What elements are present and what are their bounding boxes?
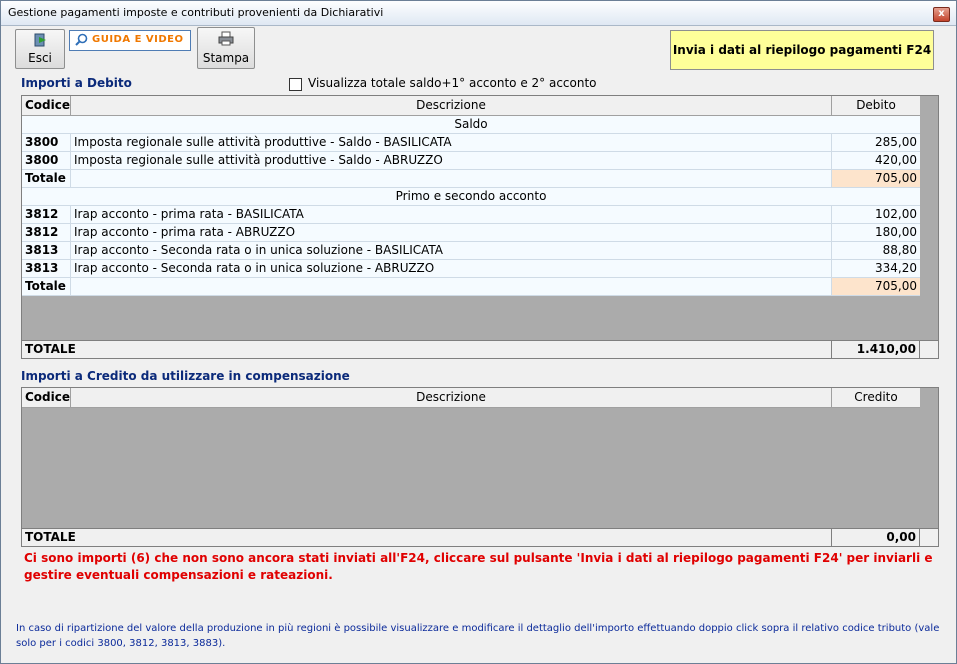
stampa-label: Stampa bbox=[202, 51, 250, 65]
row-desc: Imposta regionale sulle attività produtt… bbox=[70, 152, 831, 169]
subtotal-value: 705,00 bbox=[831, 170, 920, 187]
subtotal-spacer bbox=[70, 278, 831, 295]
totale-checkbox-label: Visualizza totale saldo+1° acconto e 2° … bbox=[308, 76, 597, 90]
group-row-saldo: Saldo bbox=[22, 116, 920, 134]
table-row[interactable]: 3813 Irap acconto - Seconda rata o in un… bbox=[22, 242, 920, 260]
row-value: 102,00 bbox=[831, 206, 920, 223]
table-row[interactable]: 3813 Irap acconto - Seconda rata o in un… bbox=[22, 260, 920, 278]
table-row[interactable]: 3812 Irap acconto - prima rata - BASILIC… bbox=[22, 206, 920, 224]
row-desc: Irap acconto - Seconda rata o in unica s… bbox=[70, 260, 831, 277]
table-row[interactable]: 3800 Imposta regionale sulle attività pr… bbox=[22, 152, 920, 170]
window-title: Gestione pagamenti imposte e contributi … bbox=[8, 6, 384, 19]
row-code[interactable]: 3812 bbox=[22, 224, 70, 241]
totale-checkbox[interactable] bbox=[289, 78, 302, 91]
grid-header: Codice Descrizione Debito bbox=[22, 96, 920, 116]
printer-icon bbox=[218, 31, 234, 46]
credito-grid: Codice Descrizione Credito TOTALE 0,00 bbox=[21, 387, 939, 547]
debito-grid: Codice Descrizione Debito Saldo 3800 Imp… bbox=[21, 95, 939, 359]
row-desc: Irap acconto - Seconda rata o in unica s… bbox=[70, 242, 831, 259]
debito-total-value: 1.410,00 bbox=[831, 341, 920, 358]
subtotal-label: Totale bbox=[25, 171, 66, 185]
debito-section-title: Importi a Debito bbox=[21, 76, 132, 90]
row-value: 334,20 bbox=[831, 260, 920, 277]
subtotal-row: Totale 705,00 bbox=[22, 170, 920, 188]
credito-section-title: Importi a Credito da utilizzare in compe… bbox=[21, 369, 350, 383]
header-codice: Codice bbox=[25, 390, 70, 404]
row-desc: Imposta regionale sulle attività produtt… bbox=[70, 134, 831, 151]
header-descrizione: Descrizione bbox=[70, 388, 831, 407]
subtotal-row: Totale 705,00 bbox=[22, 278, 920, 296]
row-code[interactable]: 3800 bbox=[22, 134, 70, 151]
esci-button[interactable]: Esci bbox=[15, 29, 65, 69]
row-value: 180,00 bbox=[831, 224, 920, 241]
table-row[interactable]: 3812 Irap acconto - prima rata - ABRUZZO… bbox=[22, 224, 920, 242]
header-codice: Codice bbox=[25, 98, 70, 112]
row-value: 88,80 bbox=[831, 242, 920, 259]
invia-f24-button[interactable]: Invia i dati al riepilogo pagamenti F24 bbox=[670, 30, 934, 70]
header-debito: Debito bbox=[831, 96, 920, 115]
row-code[interactable]: 3813 bbox=[22, 260, 70, 277]
group-row-acconto: Primo e secondo acconto bbox=[22, 188, 920, 206]
row-code[interactable]: 3800 bbox=[22, 152, 70, 169]
group-label: Saldo bbox=[454, 117, 488, 131]
header-descrizione: Descrizione bbox=[70, 96, 831, 115]
close-button[interactable]: x bbox=[933, 7, 950, 22]
debito-total-bar: TOTALE 1.410,00 bbox=[22, 340, 938, 358]
guida-video-label: GUIDA E VIDEO bbox=[92, 34, 184, 45]
guida-video-button[interactable]: GUIDA E VIDEO bbox=[69, 30, 191, 51]
warning-message: Ci sono importi (6) che non sono ancora … bbox=[24, 551, 933, 582]
table-row[interactable]: 3800 Imposta regionale sulle attività pr… bbox=[22, 134, 920, 152]
exit-icon bbox=[34, 33, 46, 47]
stampa-button[interactable]: Stampa bbox=[197, 27, 255, 69]
subtotal-value: 705,00 bbox=[831, 278, 920, 295]
debito-total-label: TOTALE bbox=[25, 342, 76, 356]
header-credito: Credito bbox=[831, 388, 920, 407]
row-code[interactable]: 3813 bbox=[22, 242, 70, 259]
row-value: 420,00 bbox=[831, 152, 920, 169]
subtotal-spacer bbox=[70, 170, 831, 187]
grid-header: Codice Descrizione Credito bbox=[22, 388, 920, 408]
row-code[interactable]: 3812 bbox=[22, 206, 70, 223]
title-bar: Gestione pagamenti imposte e contributi … bbox=[1, 1, 956, 26]
main-window: Gestione pagamenti imposte e contributi … bbox=[0, 0, 957, 664]
magnifier-icon bbox=[75, 33, 88, 46]
credito-total-label: TOTALE bbox=[25, 530, 76, 544]
group-label: Primo e secondo acconto bbox=[395, 189, 547, 203]
info-note: In caso di ripartizione del valore della… bbox=[16, 623, 940, 649]
credito-total-value: 0,00 bbox=[831, 529, 920, 546]
row-desc: Irap acconto - prima rata - ABRUZZO bbox=[70, 224, 831, 241]
credito-total-bar: TOTALE 0,00 bbox=[22, 528, 938, 546]
row-value: 285,00 bbox=[831, 134, 920, 151]
subtotal-label: Totale bbox=[25, 279, 66, 293]
row-desc: Irap acconto - prima rata - BASILICATA bbox=[70, 206, 831, 223]
esci-label: Esci bbox=[28, 51, 52, 65]
